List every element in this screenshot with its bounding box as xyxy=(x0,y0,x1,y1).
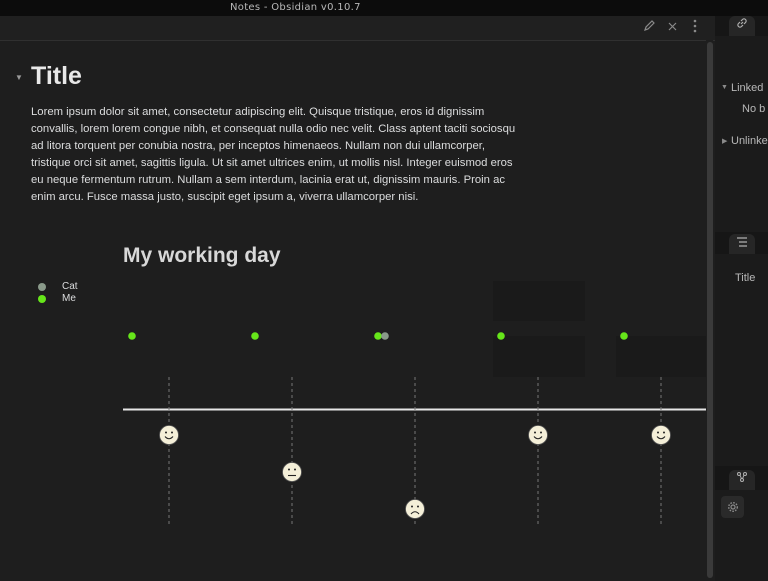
graph-tabbar xyxy=(715,470,768,490)
outline-tabbar xyxy=(715,234,768,254)
linked-mentions-label[interactable]: Linked xyxy=(731,82,763,94)
mood-eye xyxy=(663,431,665,434)
data-point-me xyxy=(374,332,382,340)
backlinks-tabbar xyxy=(715,16,768,36)
chart-tooltip-box xyxy=(493,281,585,321)
link-icon[interactable] xyxy=(729,16,755,36)
data-point-me xyxy=(497,332,505,340)
mood-eye xyxy=(171,431,173,434)
outline-list-icon[interactable] xyxy=(729,234,755,254)
mood-eye xyxy=(534,431,536,434)
chart-tooltip-box xyxy=(616,336,706,377)
mood-neutral-icon xyxy=(282,462,302,482)
unlinked-mentions-label[interactable]: Unlinke xyxy=(731,135,768,147)
right-sidebar: ▼ Linked No b ▶ Unlinke Title xyxy=(715,16,768,581)
unlinked-expand-icon[interactable]: ▶ xyxy=(722,137,727,145)
mood-eye xyxy=(411,505,413,508)
mood-eye xyxy=(288,468,290,471)
data-point-cat xyxy=(381,332,389,340)
backlinks-panel xyxy=(715,36,768,232)
mood-eye xyxy=(657,431,659,434)
mood-happy-icon xyxy=(651,425,671,445)
mood-eye xyxy=(540,431,542,434)
mood-sad-icon xyxy=(405,499,425,519)
mood-eye xyxy=(294,468,296,471)
linked-collapse-icon[interactable]: ▼ xyxy=(721,84,728,91)
mood-eye xyxy=(417,505,419,508)
gear-icon[interactable] xyxy=(721,496,744,518)
data-point-me xyxy=(620,332,628,340)
data-point-me xyxy=(251,332,259,340)
outline-item-title[interactable]: Title xyxy=(735,272,755,284)
mood-happy-icon xyxy=(159,425,179,445)
no-backlinks-text: No b xyxy=(742,103,766,115)
editor-scrollbar-thumb[interactable] xyxy=(707,42,713,578)
graph-icon[interactable] xyxy=(729,470,755,490)
working-day-chart xyxy=(123,281,706,527)
mood-happy-icon xyxy=(528,425,548,445)
outline-panel xyxy=(715,254,768,466)
chart-tooltip-box xyxy=(493,336,585,377)
mood-eye xyxy=(165,431,167,434)
data-point-me xyxy=(128,332,136,340)
